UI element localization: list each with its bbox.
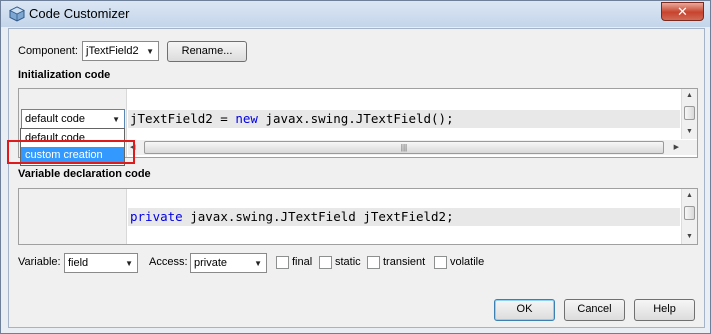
title-bar[interactable]: Code Customizer ✕ [1, 1, 710, 27]
access-select-value: private [194, 257, 228, 269]
chevron-down-icon: ▼ [146, 47, 154, 56]
variable-select[interactable]: field ▼ [64, 253, 138, 273]
volatile-label: volatile [450, 256, 485, 268]
close-button[interactable]: ✕ [661, 2, 704, 21]
arrow-down-icon[interactable]: ▼ [682, 125, 697, 139]
init-code-line[interactable]: jTextField2 = new javax.swing.JTextField… [128, 110, 680, 128]
rename-button[interactable]: Rename... [167, 41, 247, 62]
init-code-hscrollbar[interactable]: ◀ ||| ▶ [128, 140, 697, 155]
var-code-keyword: private [130, 209, 183, 224]
cube-icon [9, 6, 25, 22]
access-select[interactable]: private ▼ [190, 253, 267, 273]
init-code-hscroll-thumb[interactable]: ||| [144, 141, 664, 154]
close-icon: ✕ [677, 4, 688, 19]
chevron-down-icon: ▼ [112, 115, 120, 124]
init-code-vscrollbar[interactable]: ▲ ▼ [681, 89, 697, 139]
arrow-right-icon[interactable]: ▶ [674, 140, 679, 155]
component-label: Component: [18, 45, 78, 57]
init-code-var: jTextField2 = [130, 111, 236, 126]
ok-button[interactable]: OK [494, 299, 555, 321]
static-checkbox[interactable] [319, 256, 332, 269]
final-checkbox[interactable] [276, 256, 289, 269]
code-customizer-dialog: Code Customizer ✕ Component: jTextField2… [0, 0, 711, 334]
variable-select-value: field [68, 257, 89, 269]
variable-label: Variable: [18, 256, 61, 268]
var-code-heading: Variable declaration code [18, 168, 151, 180]
var-code-gutter [19, 189, 127, 244]
component-select-value: jTextField2 [86, 45, 139, 57]
arrow-up-icon[interactable]: ▲ [682, 89, 697, 103]
access-label: Access: [149, 256, 188, 268]
init-code-heading: Initialization code [18, 69, 111, 81]
init-mode-select[interactable]: default code ▼ [21, 109, 125, 129]
chevron-down-icon: ▼ [254, 259, 262, 268]
chevron-down-icon: ▼ [125, 259, 133, 268]
var-code-editor[interactable]: private javax.swing.JTextField jTextFiel… [18, 188, 698, 245]
transient-label: transient [383, 256, 426, 268]
help-button[interactable]: Help [634, 299, 695, 321]
volatile-checkbox[interactable] [434, 256, 447, 269]
arrow-up-icon[interactable]: ▲ [682, 189, 697, 203]
var-code-rest: javax.swing.JTextField jTextField2; [182, 209, 454, 224]
var-code-vscroll-thumb[interactable] [684, 206, 695, 220]
var-code-line[interactable]: private javax.swing.JTextField jTextFiel… [128, 208, 680, 226]
init-code-rest: javax.swing.JTextField(); [257, 111, 454, 126]
highlight-annotation-box [7, 140, 135, 164]
transient-checkbox[interactable] [367, 256, 380, 269]
static-label: static [335, 256, 361, 268]
cancel-button[interactable]: Cancel [564, 299, 625, 321]
arrow-down-icon[interactable]: ▼ [682, 230, 697, 244]
window-title: Code Customizer [29, 6, 130, 21]
init-code-vscroll-thumb[interactable] [684, 106, 695, 120]
final-label: final [292, 256, 313, 268]
component-select[interactable]: jTextField2 ▼ [82, 41, 159, 61]
init-mode-value: default code [25, 113, 85, 125]
init-code-keyword: new [235, 111, 258, 126]
var-code-vscrollbar[interactable]: ▲ ▼ [681, 189, 697, 244]
